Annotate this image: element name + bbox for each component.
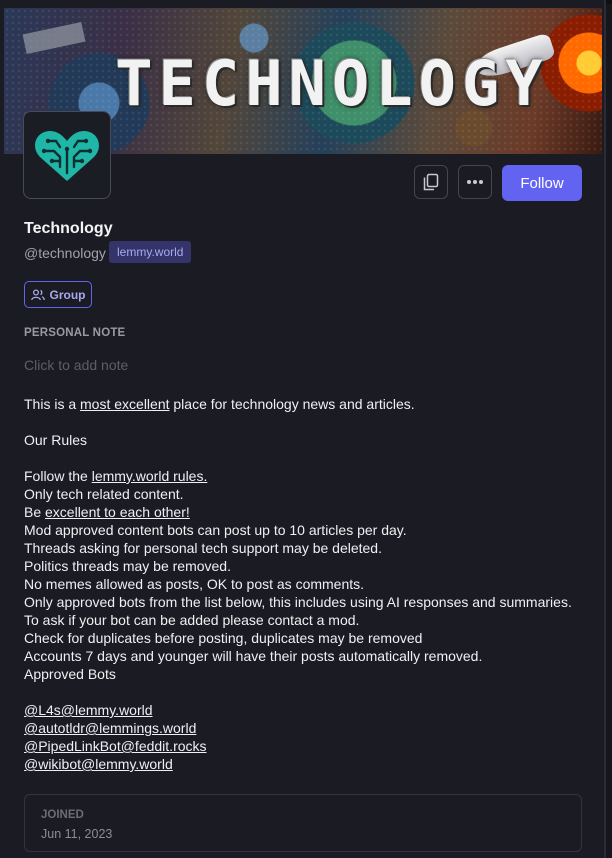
bot-link[interactable]: @autotldr@lemmings.world bbox=[24, 720, 196, 736]
community-description: This is a most excellent place for techn… bbox=[24, 395, 594, 773]
personal-note-input[interactable]: Click to add note bbox=[24, 357, 128, 373]
copy-button[interactable] bbox=[414, 165, 448, 199]
instance-badge[interactable]: lemmy.world bbox=[109, 241, 192, 263]
rule-item: Mod approved content bots can post up to… bbox=[24, 522, 407, 538]
rule-item: To ask if your bot can be added please c… bbox=[24, 612, 360, 628]
rules-heading: Our Rules bbox=[24, 432, 88, 448]
more-horizontal-icon bbox=[467, 180, 483, 184]
community-handle: @technology bbox=[24, 245, 106, 261]
banner-logo-text: TECHNOLOGY bbox=[115, 46, 549, 120]
bot-link[interactable]: @wikibot@lemmy.world bbox=[24, 756, 173, 772]
rule-item: Be excellent to each other! bbox=[24, 504, 190, 520]
rule-item: Only approved bots from the list below, … bbox=[24, 594, 572, 610]
description-intro: This is a most excellent place for techn… bbox=[24, 396, 415, 412]
more-options-button[interactable] bbox=[458, 165, 492, 199]
follow-button[interactable]: Follow bbox=[502, 165, 582, 201]
excellent-to-each-other-link[interactable]: excellent to each other! bbox=[45, 504, 190, 520]
joined-label: JOINED bbox=[41, 809, 84, 821]
users-icon bbox=[30, 288, 45, 300]
rule-item: Follow the lemmy.world rules. bbox=[24, 468, 208, 484]
lemmy-rules-link[interactable]: lemmy.world rules. bbox=[92, 468, 208, 484]
group-type-badge: Group bbox=[24, 281, 92, 308]
joined-date: Jun 11, 2023 bbox=[41, 827, 113, 841]
copy-icon bbox=[423, 173, 439, 191]
rule-item: Accounts 7 days and younger will have th… bbox=[24, 648, 483, 664]
rule-item: No memes allowed as posts, OK to post as… bbox=[24, 576, 365, 592]
community-avatar bbox=[23, 111, 111, 199]
most-excellent-link[interactable]: most excellent bbox=[80, 396, 169, 412]
bot-link[interactable]: @L4s@lemmy.world bbox=[24, 702, 153, 718]
bot-item: @L4s@lemmy.world bbox=[24, 701, 594, 719]
bot-item: @PipedLinkBot@feddit.rocks bbox=[24, 737, 594, 755]
bot-link[interactable]: @PipedLinkBot@feddit.rocks bbox=[24, 738, 207, 754]
group-badge-label: Group bbox=[49, 287, 86, 302]
bot-item: @autotldr@lemmings.world bbox=[24, 719, 594, 737]
rule-item: Check for duplicates before posting, dup… bbox=[24, 630, 423, 646]
approved-bots-heading: Approved Bots bbox=[24, 666, 116, 682]
community-title: Technology bbox=[24, 220, 113, 237]
rule-item: Threads asking for personal tech support… bbox=[24, 540, 382, 556]
joined-info-box: JOINED Jun 11, 2023 bbox=[24, 794, 582, 852]
community-sidebar-card: TECHNOLOGY Follow Technology @technology… bbox=[0, 0, 606, 858]
rule-item: Only tech related content. bbox=[24, 486, 184, 502]
personal-note-label: PERSONAL NOTE bbox=[24, 327, 126, 339]
bot-item: @wikibot@lemmy.world bbox=[24, 755, 594, 773]
circuit-heart-icon bbox=[35, 131, 99, 181]
rule-item: Politics threads may be removed. bbox=[24, 558, 231, 574]
